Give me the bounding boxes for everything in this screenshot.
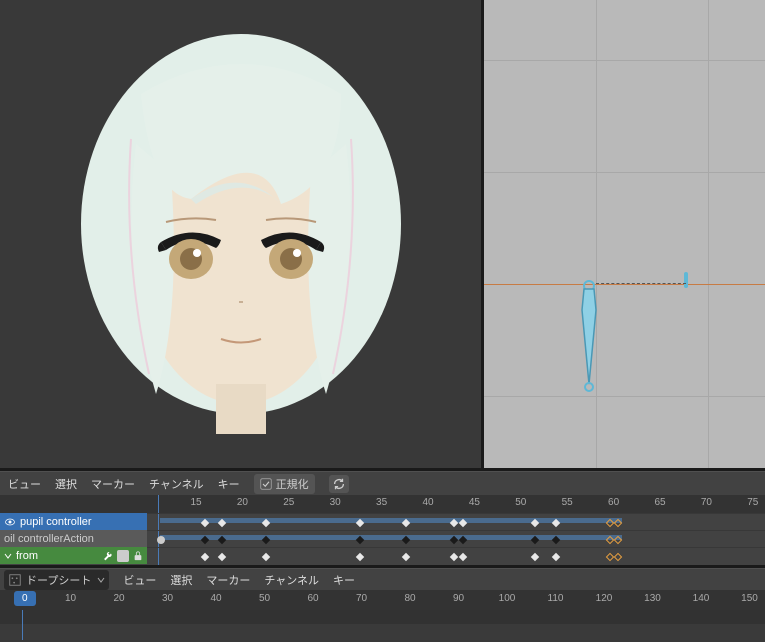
ruler-tick: 70 — [356, 593, 367, 604]
dopesheet-track[interactable] — [0, 610, 765, 624]
keyframe[interactable] — [459, 553, 467, 561]
dopesheet-menu-bar: ドープシート ビュー 選択 マーカー チャンネル キー — [0, 568, 765, 590]
dropdown-label: ドープシート — [26, 572, 91, 588]
checkbox-icon — [260, 478, 272, 490]
ds-menu-view[interactable]: ビュー — [123, 572, 156, 588]
ruler-tick: 35 — [376, 497, 387, 508]
keyframe[interactable] — [450, 553, 458, 561]
ruler-tick: 150 — [741, 593, 758, 604]
ruler-tick: 40 — [210, 593, 221, 604]
keyframe[interactable] — [201, 553, 209, 561]
refresh-icon — [332, 477, 346, 491]
dopesheet-ruler[interactable]: 0 10 20 30 40 50 60 70 80 90 100 110 120 130 140 150 — [0, 590, 765, 610]
ruler-tick: 30 — [162, 593, 173, 604]
normalize-button[interactable]: 正規化 — [254, 474, 315, 494]
track-from[interactable] — [147, 547, 765, 564]
ruler-tick: 15 — [190, 497, 201, 508]
timeline-ruler[interactable]: 15 20 25 30 35 40 45 50 55 60 65 70 75 — [0, 495, 765, 513]
keyframe[interactable] — [356, 553, 364, 561]
channel-panel: pupil controller oil controllerAction fr… — [0, 513, 147, 564]
ds-menu-marker[interactable]: マーカー — [206, 572, 250, 588]
eye-icon — [4, 516, 16, 528]
character-head — [61, 24, 421, 444]
menu-channel[interactable]: チャンネル — [149, 476, 204, 492]
ruler-tick: 75 — [747, 497, 758, 508]
ruler-tick: 30 — [330, 497, 341, 508]
ruler-tick: 40 — [422, 497, 433, 508]
ruler-tick: 10 — [65, 593, 76, 604]
ds-menu-channel[interactable]: チャンネル — [264, 572, 319, 588]
grid-line — [596, 0, 597, 468]
grid-line — [484, 60, 765, 61]
keyframe[interactable] — [531, 553, 539, 561]
track-action[interactable] — [147, 530, 765, 547]
chevron-down-icon — [97, 576, 105, 584]
keyframe[interactable] — [614, 553, 622, 561]
ruler-tick: 55 — [562, 497, 573, 508]
grid-line — [708, 0, 709, 468]
ruler-tick: 20 — [237, 497, 248, 508]
pose-panel[interactable] — [484, 0, 765, 468]
refresh-button[interactable] — [329, 475, 349, 493]
normalize-label: 正規化 — [276, 476, 309, 492]
lock-icon[interactable] — [133, 551, 143, 561]
ruler-tick: 140 — [693, 593, 710, 604]
grid-line — [484, 172, 765, 173]
ruler-tick: 25 — [283, 497, 294, 508]
ruler-tick: 20 — [113, 593, 124, 604]
ds-menu-key[interactable]: キー — [333, 572, 355, 588]
ruler-tick: 130 — [644, 593, 661, 604]
keyframe[interactable] — [218, 553, 226, 561]
ruler-tick: 60 — [307, 593, 318, 604]
wrench-icon[interactable] — [102, 550, 113, 561]
ruler-tick: 90 — [453, 593, 464, 604]
ruler-tick: 120 — [596, 593, 613, 604]
axis-line — [484, 284, 765, 285]
channel-action-label: oil controllerAction — [4, 533, 94, 545]
viewport-content — [0, 0, 481, 468]
menu-key[interactable]: キー — [218, 476, 240, 492]
channel-header[interactable]: pupil controller — [0, 513, 147, 530]
relation-line — [596, 283, 686, 284]
keyframe[interactable] — [262, 553, 270, 561]
current-frame-badge[interactable]: 0 — [14, 591, 36, 606]
menu-select[interactable]: 選択 — [55, 476, 77, 492]
ruler-tick: 50 — [259, 593, 270, 604]
menu-marker[interactable]: マーカー — [91, 476, 135, 492]
channel-from-label: from — [16, 550, 98, 562]
track-summary[interactable] — [147, 513, 765, 530]
channel-action[interactable]: oil controllerAction — [0, 530, 147, 547]
dopesheet-icon — [8, 573, 22, 587]
ruler-tick: 50 — [515, 497, 526, 508]
ruler-tick: 65 — [654, 497, 665, 508]
channel-checkbox[interactable] — [117, 550, 129, 562]
channel-header-label: pupil controller — [20, 516, 92, 528]
keyframe[interactable] — [552, 553, 560, 561]
menu-view[interactable]: ビュー — [8, 476, 41, 492]
ruler-tick: 80 — [404, 593, 415, 604]
chevron-down-icon — [4, 552, 12, 560]
ruler-tick: 60 — [608, 497, 619, 508]
mini-bone[interactable] — [684, 272, 688, 288]
scrub-handle[interactable] — [157, 536, 165, 544]
dopesheet-body[interactable] — [0, 610, 765, 640]
ruler-tick: 70 — [701, 497, 712, 508]
ruler-tick: 110 — [548, 593, 564, 604]
graph-timeline[interactable]: 15 20 25 30 35 40 45 50 55 60 65 70 75 pupil control… — [0, 495, 765, 565]
ruler-tick: 45 — [469, 497, 480, 508]
ds-menu-select[interactable]: 選択 — [170, 572, 192, 588]
channel-from[interactable]: from — [0, 547, 147, 564]
keyframe[interactable] — [402, 553, 410, 561]
3d-viewport[interactable] — [0, 0, 481, 468]
graph-editor-menu: ビュー 選択 マーカー チャンネル キー 正規化 — [0, 471, 765, 495]
track-area[interactable] — [147, 513, 765, 565]
bone-widget[interactable] — [580, 280, 598, 392]
grid-line — [484, 396, 765, 397]
editor-type-dropdown[interactable]: ドープシート — [4, 570, 109, 590]
playhead[interactable] — [22, 610, 23, 640]
ruler-tick: 100 — [499, 593, 516, 604]
